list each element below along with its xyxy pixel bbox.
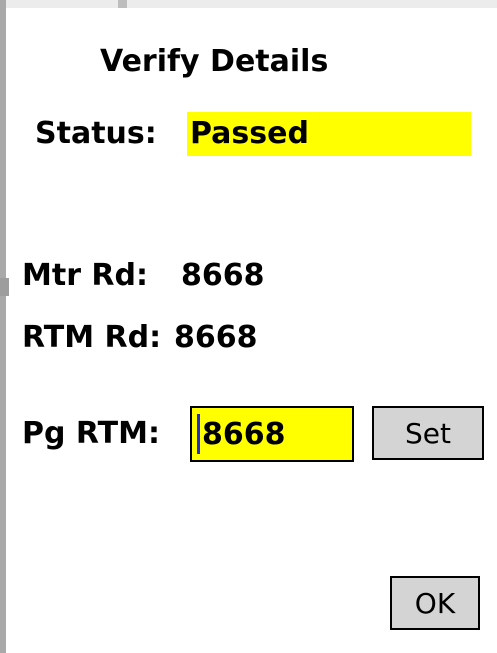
pg-rtm-input[interactable] — [190, 406, 354, 462]
status-value: Passed — [187, 112, 471, 156]
window-left-border — [0, 0, 6, 653]
meter-read-label: Mtr Rd: — [22, 258, 149, 293]
set-button[interactable]: Set — [372, 406, 484, 460]
rtm-read-label: RTM Rd: — [22, 320, 162, 355]
window-top-border — [0, 0, 497, 8]
dialog-title: Verify Details — [100, 44, 329, 79]
meter-read-value: 8668 — [181, 258, 265, 293]
ok-button[interactable]: OK — [390, 576, 480, 630]
window-left-border-marker — [0, 278, 9, 296]
pg-rtm-label: Pg RTM: — [22, 416, 160, 451]
rtm-read-value: 8668 — [174, 320, 258, 355]
window-top-border-marker — [118, 0, 127, 8]
text-cursor — [197, 414, 200, 454]
status-label: Status: — [35, 116, 157, 151]
